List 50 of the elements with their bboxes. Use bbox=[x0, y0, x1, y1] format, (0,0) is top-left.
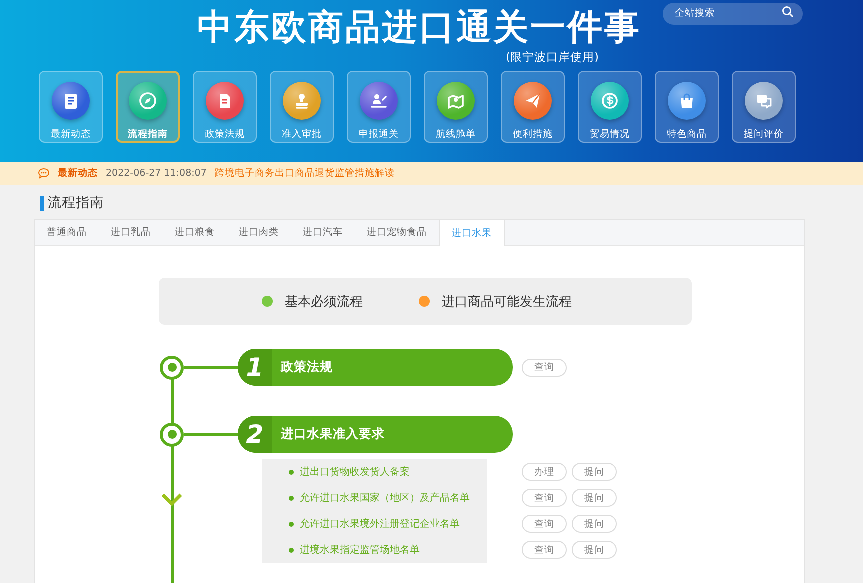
nav-tile[interactable]: 政策法规 bbox=[193, 71, 257, 143]
step-number: 1 bbox=[238, 349, 272, 386]
nav-tile[interactable]: 准入审批 bbox=[270, 71, 334, 143]
legend-label: 基本必须流程 bbox=[285, 294, 363, 310]
action-button[interactable]: 提问 bbox=[572, 489, 617, 507]
step-title: 进口水果准入要求 bbox=[281, 426, 385, 443]
legend-label: 进口商品可能发生流程 bbox=[442, 294, 572, 310]
site-subtitle: (限宁波口岸使用) bbox=[506, 50, 599, 64]
news-date: 2022-06-27 11:08:07 bbox=[106, 168, 207, 179]
search-icon[interactable] bbox=[782, 6, 794, 18]
action-button[interactable]: 提问 bbox=[572, 463, 617, 481]
action-button[interactable]: 查询 bbox=[522, 515, 567, 533]
timeline-node bbox=[160, 422, 184, 446]
category-tab[interactable]: 进口乳品 bbox=[99, 220, 163, 245]
action-button[interactable]: 办理 bbox=[522, 463, 567, 481]
action-button[interactable]: 查询 bbox=[522, 541, 567, 559]
category-tab[interactable]: 进口水果 bbox=[439, 220, 505, 246]
requirement-link[interactable]: 进出口货物收发货人备案 bbox=[262, 459, 487, 485]
nav-tile[interactable]: 流程指南 bbox=[116, 71, 180, 143]
nav-tile[interactable]: 最新动态 bbox=[39, 71, 103, 143]
category-tab[interactable]: 普通商品 bbox=[35, 220, 99, 245]
category-tab[interactable]: 进口肉类 bbox=[227, 220, 291, 245]
category-tab[interactable]: 进口汽车 bbox=[291, 220, 355, 245]
nav-tile[interactable]: 便利措施 bbox=[501, 71, 565, 143]
nav-tile[interactable]: 航线舱单 bbox=[424, 71, 488, 143]
requirement-link[interactable]: 进境水果指定监管场地名单 bbox=[262, 537, 487, 563]
news-headline-link[interactable]: 跨境电子商务出口商品退货监管措施解读 bbox=[214, 167, 395, 180]
action-button[interactable]: 提问 bbox=[572, 515, 617, 533]
nav-tile[interactable]: 申报通关 bbox=[347, 71, 411, 143]
requirement-link[interactable]: 允许进口水果国家（地区）及产品名单 bbox=[262, 485, 487, 511]
section-heading: 流程指南 bbox=[48, 194, 104, 212]
nav-tile[interactable]: 贸易情况 bbox=[578, 71, 642, 143]
news-label: 最新动态 bbox=[58, 167, 98, 180]
site-title: 中东欧商品进口通关一件事 bbox=[198, 7, 642, 50]
step-number: 2 bbox=[238, 416, 272, 453]
chat-bubble-icon bbox=[38, 168, 50, 179]
chevron-down-icon bbox=[161, 493, 183, 507]
action-button[interactable]: 查询 bbox=[522, 358, 567, 376]
step-title: 政策法规 bbox=[281, 359, 333, 376]
category-tab[interactable]: 进口粮食 bbox=[163, 220, 227, 245]
requirement-link[interactable]: 允许进口水果境外注册登记企业名单 bbox=[262, 511, 487, 537]
heading-accent-bar bbox=[40, 196, 44, 210]
action-button[interactable]: 提问 bbox=[572, 541, 617, 559]
nav-tile[interactable]: 特色商品 bbox=[655, 71, 719, 143]
connector-line bbox=[184, 366, 238, 369]
nav-tile[interactable]: 提问评价 bbox=[732, 71, 796, 143]
action-button[interactable]: 查询 bbox=[522, 489, 567, 507]
connector-line bbox=[184, 433, 238, 436]
category-tab[interactable]: 进口宠物食品 bbox=[355, 220, 439, 245]
timeline-node bbox=[160, 356, 184, 380]
